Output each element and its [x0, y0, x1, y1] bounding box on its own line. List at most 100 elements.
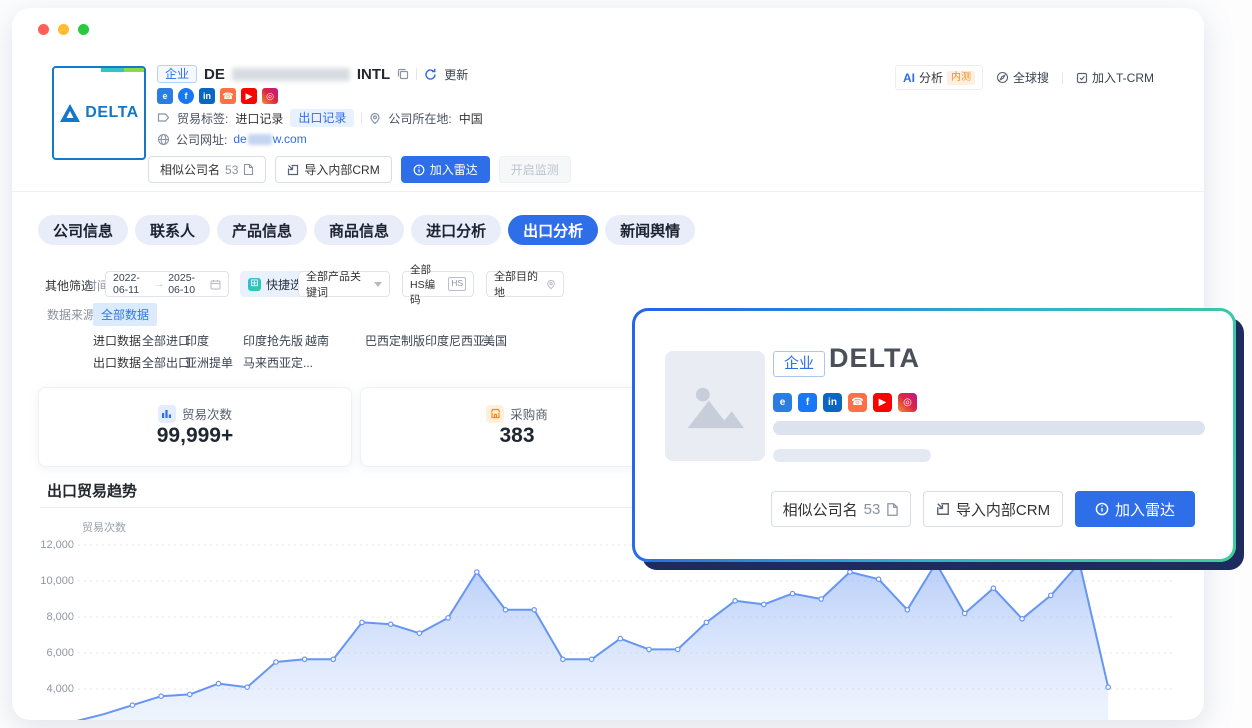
export-trend-chart	[40, 538, 1176, 720]
overlay-import-crm-button[interactable]: 导入内部CRM	[923, 491, 1063, 527]
data-source-item[interactable]: 全部进口	[142, 332, 190, 349]
company-image-placeholder	[665, 351, 765, 461]
document-icon	[243, 163, 254, 176]
facebook-icon[interactable]: f	[798, 393, 817, 412]
header-actions: 相似公司名53 导入内部CRM 加入雷达 开启监测	[148, 156, 571, 183]
data-source-item[interactable]: 越南	[305, 332, 329, 349]
data-source-item[interactable]: 印度	[185, 332, 209, 349]
tab-0[interactable]: 公司信息	[38, 215, 128, 245]
company-logo: DELTA	[52, 66, 146, 160]
separator	[361, 112, 362, 124]
buyer-count-label: 采购商	[510, 404, 548, 423]
page-background: DELTA 企业 DE INTL 更新 efin☎▶◎ 贸易标签: 进口记录	[0, 0, 1252, 728]
data-source-label: 数据来源	[47, 306, 95, 323]
logo-accent-stripe	[54, 68, 144, 72]
youtube-icon[interactable]: ▶	[873, 393, 892, 412]
overlay-company-name: DELTA	[829, 343, 920, 374]
window-zoom-button[interactable]	[78, 24, 89, 35]
destination-select[interactable]: 全部目的地	[486, 271, 564, 297]
export-record-tag[interactable]: 出口记录	[290, 109, 354, 127]
browser-icon[interactable]: e	[157, 88, 173, 104]
buyer-count-value: 383	[361, 424, 673, 448]
data-source-row-label: 出口数据	[93, 354, 141, 371]
phone-icon[interactable]: ☎	[848, 393, 867, 412]
refresh-icon[interactable]	[424, 68, 437, 81]
data-source-item[interactable]: 印度抢先版	[243, 332, 303, 349]
tab-6[interactable]: 新闻舆情	[605, 215, 695, 245]
store-icon	[486, 405, 504, 423]
logo-wordmark: DELTA	[85, 104, 138, 122]
tab-2[interactable]: 产品信息	[217, 215, 307, 245]
date-range-input[interactable]: 2022-06-11 → 2025-06-10	[105, 271, 229, 297]
location-label: 公司所在地:	[388, 110, 451, 127]
overlay-add-radar-button[interactable]: 加入雷达	[1075, 491, 1195, 527]
linkedin-icon[interactable]: in	[823, 393, 842, 412]
window-controls	[38, 24, 89, 35]
youtube-icon[interactable]: ▶	[241, 88, 257, 104]
quick-options-icon: ⊞	[248, 278, 261, 291]
social-icons-row: efin ☎ ▶ ◎	[157, 88, 278, 104]
window-close-button[interactable]	[38, 24, 49, 35]
location-value: 中国	[459, 110, 483, 127]
company-type-badge: 企业	[157, 65, 197, 83]
filter-row: 其他筛选 时间 2022-06-11 → 2025-06-10 ⊞ 快捷选项 全…	[12, 271, 1204, 297]
similar-companies-button[interactable]: 相似公司名53	[148, 156, 266, 183]
trade-tags-label: 贸易标签:	[177, 110, 228, 127]
bar-chart-icon	[158, 405, 176, 423]
data-source-item[interactable]: 巴西定制版	[365, 332, 425, 349]
data-source-item[interactable]: 亚洲提单	[185, 354, 233, 371]
data-source-item[interactable]: 马来西亚定...	[243, 354, 313, 371]
window-minimize-button[interactable]	[58, 24, 69, 35]
data-source-all-chip[interactable]: 全部数据	[93, 303, 157, 326]
overlay-similar-companies-button[interactable]: 相似公司名53	[771, 491, 911, 527]
info-circle-icon	[1095, 502, 1109, 516]
browser-icon[interactable]: e	[773, 393, 792, 412]
info-circle-icon	[413, 164, 425, 176]
delta-triangle-icon	[59, 103, 81, 123]
website-link[interactable]: de w.com	[233, 132, 306, 146]
import-crm-button[interactable]: 导入内部CRM	[275, 156, 391, 183]
import-icon	[287, 164, 299, 176]
hs-code-select[interactable]: 全部HS编码 HS	[402, 271, 474, 297]
tab-5[interactable]: 出口分析	[508, 215, 598, 245]
instagram-icon[interactable]: ◎	[262, 88, 278, 104]
separator	[1062, 72, 1063, 84]
data-source-item[interactable]: 美国	[483, 332, 507, 349]
update-button[interactable]: 更新	[444, 66, 468, 83]
tab-3[interactable]: 商品信息	[314, 215, 404, 245]
chevron-down-icon	[374, 282, 382, 287]
ai-analysis-button[interactable]: AI分析 内测	[895, 65, 983, 90]
company-title-row: 企业 DE INTL 更新	[157, 63, 468, 85]
facebook-icon[interactable]: f	[178, 88, 194, 104]
copy-icon[interactable]	[397, 68, 409, 80]
add-tcrm-button[interactable]: 加入T-CRM	[1076, 69, 1154, 86]
trade-tags-row: 贸易标签: 进口记录 出口记录 公司所在地: 中国	[157, 109, 483, 127]
location-pin-icon	[369, 112, 381, 125]
hs-badge-icon: HS	[448, 277, 466, 291]
redacted-company-name	[232, 68, 350, 81]
skeleton-bar	[773, 449, 931, 462]
chart-title: 出口贸易趋势	[47, 480, 137, 501]
header-tools: AI分析 内测 全球搜 加入T-CRM	[895, 65, 1154, 90]
tcrm-box-icon	[1076, 72, 1088, 84]
beta-badge: 内测	[947, 71, 975, 85]
product-keyword-select[interactable]: 全部产品关键词	[298, 271, 390, 297]
instagram-icon[interactable]: ◎	[898, 393, 917, 412]
globe-icon	[157, 133, 170, 146]
tab-4[interactable]: 进口分析	[411, 215, 501, 245]
global-search-button[interactable]: 全球搜	[996, 69, 1049, 86]
website-row: 公司网址: de w.com	[157, 131, 307, 147]
start-monitor-button[interactable]: 开启监测	[499, 156, 571, 183]
import-record-tag[interactable]: 进口记录	[235, 110, 283, 127]
website-label: 公司网址:	[176, 131, 227, 148]
phone-icon[interactable]: ☎	[220, 88, 236, 104]
tab-1[interactable]: 联系人	[135, 215, 210, 245]
add-radar-button[interactable]: 加入雷达	[401, 156, 490, 183]
calendar-icon	[210, 279, 221, 290]
data-source-row-label: 进口数据	[93, 332, 141, 349]
destination-pin-icon	[546, 279, 556, 290]
company-overlay-card: 企业 DELTA efin ☎ ▶ ◎ 相似公司名53 导入内部CRM	[632, 308, 1236, 562]
linkedin-icon[interactable]: in	[199, 88, 215, 104]
data-source-item[interactable]: 全部出口	[142, 354, 190, 371]
overlay-company-type-badge: 企业	[773, 351, 825, 377]
